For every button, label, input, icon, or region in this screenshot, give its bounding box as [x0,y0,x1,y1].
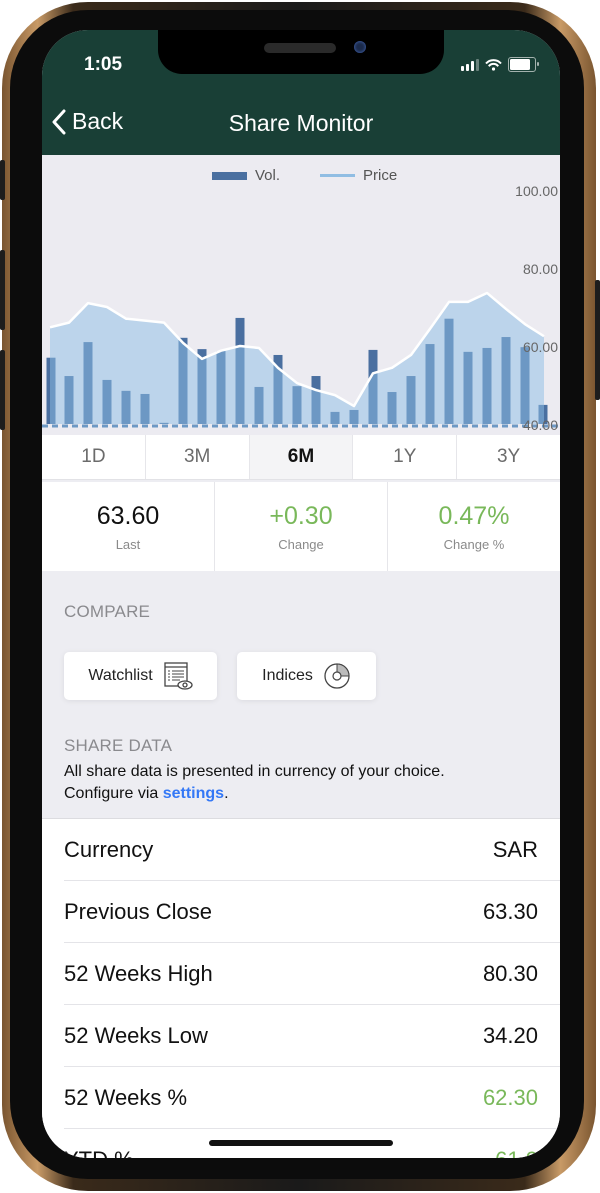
mute-switch [0,160,5,200]
share-data-description: All share data is presented in currency … [64,761,534,805]
volume-bar-overlap [64,376,74,424]
volume-bar-overlap [349,409,359,424]
tab-1d[interactable]: 1D [42,435,146,479]
volume-bar-overlap [102,379,112,424]
y-tick-label: 40.00 [522,417,558,433]
volume-bar-overlap [197,349,207,424]
screen: 1:05 Back Share Monitor Vol. Price 100.0 [42,30,560,1158]
pie-chart-icon [324,663,350,689]
indices-label: Indices [262,667,313,684]
volume-bar-overlap [482,347,492,424]
home-indicator[interactable] [209,1140,393,1146]
row-label: YTD % [64,1147,134,1159]
change-value: +0.30 [269,501,333,530]
volume-bar-overlap [83,342,93,424]
table-row-currency: Currency SAR [64,819,560,881]
table-row-52w-pct: 52 Weeks % 62.30 [64,1067,560,1129]
row-label: 52 Weeks % [64,1084,188,1110]
legend-price-label: Price [363,167,398,184]
row-value: 61.9 [495,1147,538,1159]
row-value: 34.20 [482,1022,538,1048]
table-row-52w-low: 52 Weeks Low 34.20 [64,1005,560,1067]
wifi-icon [485,58,502,71]
indices-button[interactable]: Indices [237,652,376,700]
settings-link[interactable]: settings [163,785,224,802]
change-pct-label: Change % [443,536,505,552]
y-tick-label: 60.00 [522,339,558,355]
volume-down-button [0,350,5,430]
watchlist-label: Watchlist [88,667,153,684]
table-row-previous-close: Previous Close 63.30 [64,881,560,943]
row-label: Currency [64,836,154,862]
quote-stats: 63.60 Last +0.30 Change 0.47% Change % [42,482,560,571]
row-value: 80.30 [482,960,538,986]
volume-bar-overlap [330,411,340,424]
status-time: 1:05 [84,54,123,75]
volume-bar-overlap [520,347,530,424]
volume-bar-overlap [406,376,416,424]
change-label: Change [278,536,324,552]
y-tick-label: 100.00 [515,183,558,199]
legend-volume-swatch [212,171,247,180]
volume-bar-overlap [121,390,131,424]
tab-3m[interactable]: 3M [146,435,250,479]
description-text: All share data is presented in currency … [64,763,445,780]
volume-bar-overlap [178,337,188,424]
stat-last: 63.60 Last [42,482,215,571]
status-icons [461,57,539,72]
volume-bar-overlap [425,344,435,424]
volume-bar-overlap [292,386,302,424]
row-value: SAR [492,836,538,862]
volume-bar-overlap [216,351,226,424]
y-tick-label: 80.00 [522,261,558,277]
tab-6m[interactable]: 6M [249,435,354,479]
row-label: 52 Weeks High [64,960,213,986]
table-row-52w-high: 52 Weeks High 80.30 [64,943,560,1005]
volume-bar-overlap [501,337,511,424]
speaker [264,43,336,53]
compare-buttons: Watchlist Indices [64,652,376,700]
chart-legend: Vol. Price [212,167,397,184]
volume-bar-overlap [140,393,150,424]
chart-canvas [42,291,560,428]
price-volume-chart[interactable]: Vol. Price 100.00 80.00 60.00 40.00 [42,155,560,435]
volume-bar-overlap [254,386,264,424]
stat-change-pct: 0.47% Change % [388,482,560,571]
notch [158,30,444,74]
row-label: Previous Close [64,898,212,924]
configure-suffix: . [224,785,229,802]
compare-section-title: COMPARE [64,602,151,621]
row-value: 63.30 [482,898,538,924]
change-pct-value: 0.47% [438,501,510,530]
tab-3y[interactable]: 3Y [457,435,560,479]
last-price-label: Last [115,536,141,552]
legend-volume-label: Vol. [255,167,281,184]
volume-bar-overlap [444,318,454,424]
page-title: Share Monitor [228,110,374,136]
stat-change: +0.30 Change [215,482,388,571]
row-label: 52 Weeks Low [64,1022,208,1048]
power-button [595,280,600,400]
volume-bar-overlap [463,351,473,424]
period-tabs: 1D 3M 6M 1Y 3Y [42,435,560,480]
tab-1y[interactable]: 1Y [353,435,458,479]
front-camera [354,41,366,53]
battery-icon [508,57,539,72]
configure-prefix: Configure via [64,785,163,802]
signal-icon [461,58,479,71]
watchlist-eye-icon [164,662,193,690]
share-data-section-title: SHARE DATA [64,736,173,755]
watchlist-button[interactable]: Watchlist [64,652,217,700]
row-value: 62.30 [482,1084,538,1110]
volume-bar-overlap [387,392,397,424]
last-price-value: 63.60 [96,501,160,530]
volume-bar-overlap [159,422,169,424]
volume-up-button [0,250,5,330]
legend-price-swatch [320,174,356,177]
share-data-table: Currency SAR Previous Close 63.30 52 Wee… [42,818,560,1158]
